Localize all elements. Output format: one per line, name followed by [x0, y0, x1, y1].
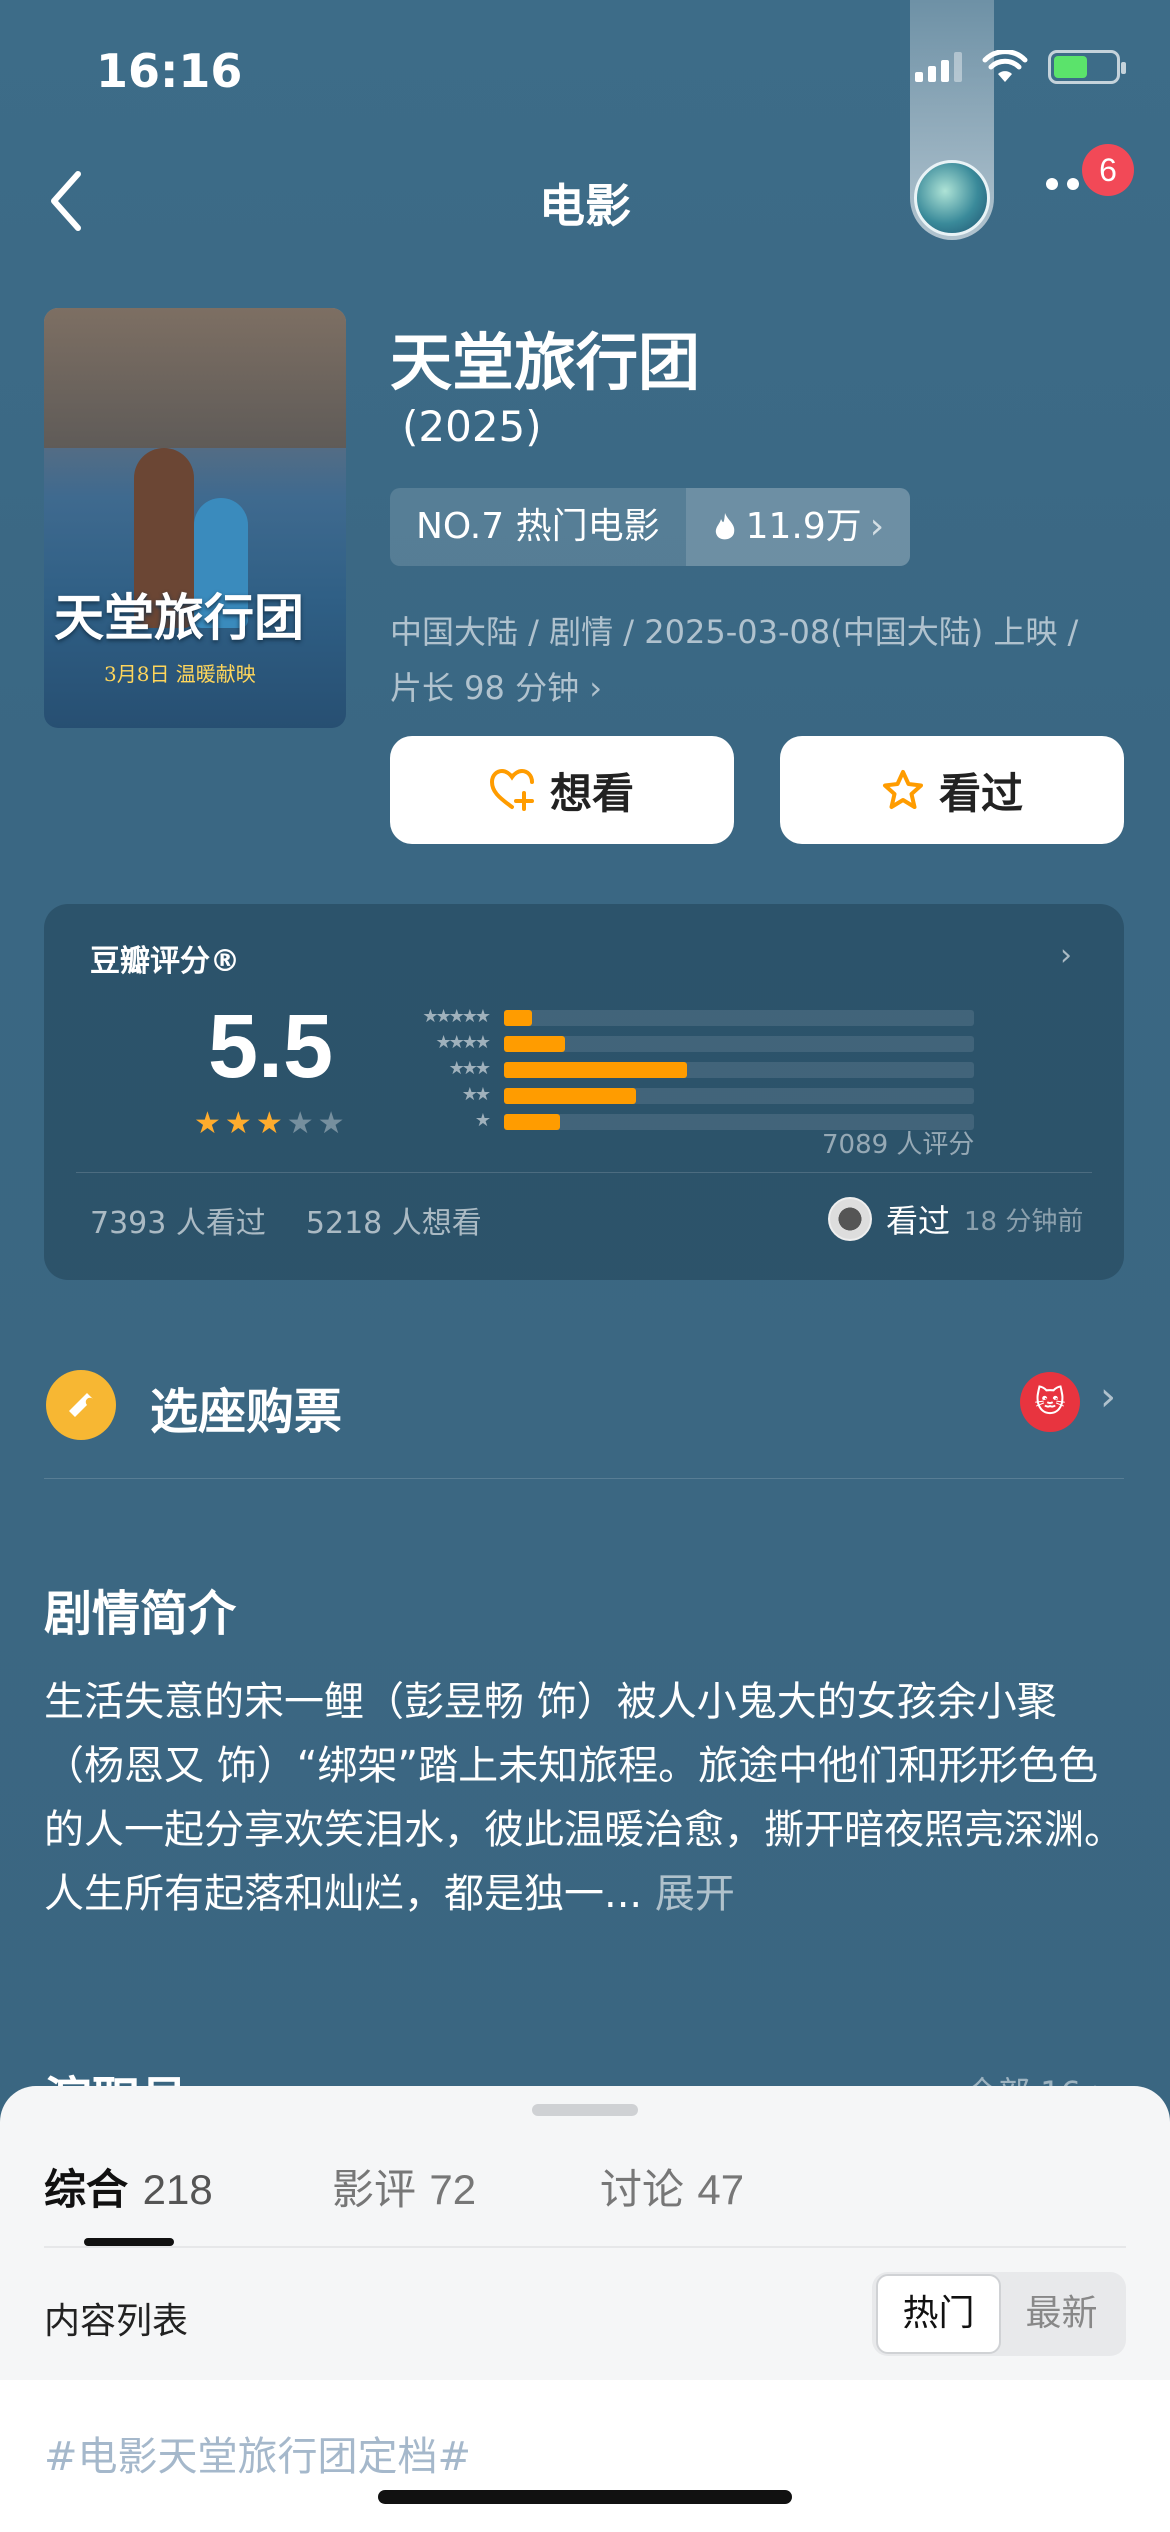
chevron-right-icon[interactable]: › — [1100, 1374, 1116, 1420]
content-list-label: 内容列表 — [44, 2301, 189, 2342]
battery-icon — [1048, 50, 1126, 84]
flame-icon — [715, 513, 734, 540]
movie-meta[interactable]: 中国大陆 / 剧情 / 2025-03-08(中国大陆) 上映 / 片长 98 … — [390, 604, 1130, 716]
notification-badge: 6 — [1082, 144, 1134, 196]
watch-stats: 7393 人看过 5218 人想看 — [90, 1198, 482, 1242]
buy-tickets-link[interactable]: 选座购票 — [150, 1372, 342, 1442]
poster-subtitle: 3月8日 温暖献映 — [104, 662, 256, 686]
want-to-watch-button[interactable]: 想看 — [390, 736, 734, 844]
star-empty-icon: ★ — [317, 1106, 345, 1141]
movie-year: (2025) — [402, 402, 542, 451]
tab-overview[interactable]: 综合 218 — [44, 2156, 213, 2217]
want-label: 想看 — [549, 768, 634, 818]
movie-poster[interactable]: 天堂旅行团 3月8日 温暖献映 — [44, 308, 346, 728]
page-title: 电影 — [539, 179, 631, 233]
seen-count: 7393 人看过 — [90, 1206, 266, 1241]
heat-section[interactable]: 11.9万 › — [685, 488, 911, 566]
rating-distribution: ★★★★★ ★★★★ ★★★ ★★ ★ — [384, 1004, 974, 1134]
sort-hot-button[interactable]: 热门 — [876, 2274, 1001, 2354]
seen-label: 看过 — [938, 768, 1023, 818]
distribution-bar-1 — [504, 1114, 560, 1130]
rank-pill[interactable]: NO.7 热门电影 11.9万 › — [390, 488, 911, 566]
rank-label: NO.7 热门电影 — [390, 488, 686, 566]
one-star-label: ★ — [474, 1110, 491, 1131]
meta-line-1: 中国大陆 / 剧情 / 2025-03-08(中国大陆) 上映 / — [390, 613, 1079, 651]
divider — [44, 2246, 1126, 2248]
sort-new-button[interactable]: 最新 — [1001, 2276, 1122, 2352]
synopsis-text: 生活失意的宋一鲤（彭昱畅 饰）被人小鬼大的女孩余小聚（杨恩又 饰）“绑架”踏上未… — [44, 1670, 1134, 1926]
star-icon — [882, 770, 923, 809]
want-count: 5218 人想看 — [305, 1206, 482, 1241]
tab-reviews[interactable]: 影评 72 — [332, 2156, 476, 2217]
ticket-icon — [46, 1370, 116, 1440]
friend-time: 18 分钟前 — [964, 1206, 1084, 1237]
hashtag-link[interactable]: #电影天堂旅行团定档# — [44, 2424, 471, 2482]
friend-action: 看过 — [886, 1202, 951, 1240]
avatar[interactable] — [914, 160, 990, 236]
tab-label: 综合 — [44, 2165, 129, 2214]
distribution-bar-3 — [504, 1062, 687, 1078]
friend-activity[interactable]: 看过 18 分钟前 — [828, 1196, 1083, 1242]
star-filled-icon: ★ — [224, 1106, 252, 1141]
distribution-bar-5 — [504, 1010, 532, 1026]
rating-score: 5.5 — [208, 997, 334, 1097]
rating-label: 豆瓣评分® — [90, 944, 240, 979]
star-filled-icon: ★ — [194, 1106, 221, 1141]
distribution-bar-4 — [504, 1036, 565, 1052]
chevron-right-icon[interactable]: › — [1060, 938, 1072, 973]
distribution-bar-2 — [504, 1088, 636, 1104]
tab-label: 讨论 — [600, 2165, 685, 2214]
tab-count: 72 — [429, 2166, 477, 2213]
tab-count: 218 — [142, 2166, 213, 2213]
chevron-right-icon: › — [589, 669, 603, 707]
three-star-label: ★★★ — [448, 1058, 491, 1079]
poster-title: 天堂旅行团 — [54, 588, 304, 647]
divider — [44, 1478, 1124, 1479]
tab-label: 影评 — [332, 2165, 417, 2214]
expand-link[interactable]: 展开 — [655, 1871, 735, 1917]
four-star-label: ★★★★ — [435, 1032, 491, 1053]
status-time: 16:16 — [96, 44, 243, 98]
divider — [76, 1172, 1092, 1173]
star-empty-icon: ★ — [286, 1106, 314, 1141]
synopsis-body: 生活失意的宋一鲤（彭昱畅 饰）被人小鬼大的女孩余小聚（杨恩又 饰）“绑架”踏上未… — [44, 1679, 1124, 1917]
meta-line-2: 片长 98 分钟 — [390, 669, 580, 707]
active-tab-indicator — [84, 2238, 174, 2246]
chevron-right-icon: › — [869, 506, 885, 547]
watched-button[interactable]: 看过 — [780, 736, 1124, 844]
movie-title: 天堂旅行团 — [390, 326, 701, 399]
rating-count: 7089 人评分 — [822, 1130, 975, 1160]
sheet-grabber[interactable] — [532, 2104, 638, 2116]
sort-toggle: 热门 最新 — [872, 2272, 1126, 2356]
friend-avatar — [828, 1197, 872, 1241]
five-star-label: ★★★★★ — [422, 1006, 491, 1027]
heat-value: 11.9万 — [745, 506, 862, 547]
tab-count: 47 — [697, 2166, 745, 2213]
tab-discussions[interactable]: 讨论 47 — [600, 2156, 744, 2217]
heart-plus-icon — [489, 769, 534, 811]
synopsis-title: 剧情简介 — [44, 1586, 237, 1642]
rating-stars: ★ ★ ★ ★ ★ — [194, 1106, 345, 1141]
home-indicator[interactable] — [378, 2490, 792, 2504]
two-star-label: ★★ — [461, 1084, 491, 1105]
star-filled-icon: ★ — [255, 1106, 283, 1141]
cat-logo-icon: 🐱 — [1020, 1372, 1080, 1432]
